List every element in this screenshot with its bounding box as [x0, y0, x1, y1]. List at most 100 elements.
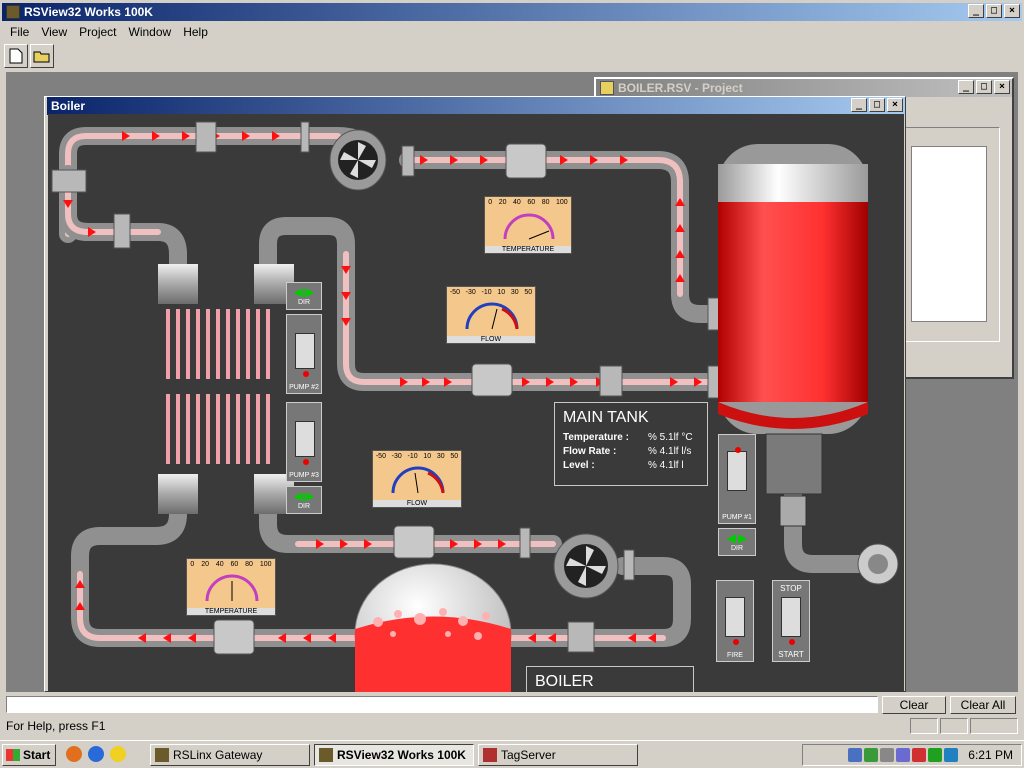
command-bar: Clear Clear All [0, 694, 1024, 716]
flow-rate-value: % 4.1lf l/s [648, 446, 692, 457]
left-arrow-icon[interactable]: ◀ [294, 489, 303, 503]
right-arrow-icon[interactable]: ▶ [305, 285, 314, 299]
dir-control-pump3[interactable]: ◀ ▶ DIR [286, 486, 322, 514]
minimize-button[interactable]: _ [968, 4, 984, 18]
temperature-value: % 5.1lf °C [648, 432, 693, 443]
task-tagserver[interactable]: TagServer [478, 744, 638, 766]
boiler-title: BOILER [535, 673, 594, 690]
open-file-button[interactable] [30, 44, 54, 68]
temperature-gauge-dial [503, 213, 555, 240]
task-rslinx[interactable]: RSLinx Gateway [150, 744, 310, 766]
flow-gauge-low-dial [391, 466, 445, 494]
close-button[interactable]: × [1004, 4, 1020, 18]
start-label: Start [23, 748, 51, 762]
play-icon[interactable] [928, 748, 943, 762]
left-arrow-icon[interactable]: ◀ [294, 285, 303, 299]
dir-control-pump1[interactable]: ◀ ▶ DIR [718, 528, 756, 556]
heat-exchanger [158, 264, 294, 514]
start-button[interactable]: Start [2, 744, 56, 766]
status-bar: For Help, press F1 [0, 716, 1024, 736]
project-minimize-button[interactable]: _ [958, 80, 974, 94]
pump2-switch[interactable]: PUMP #2 [286, 314, 322, 394]
project-window-titlebar: BOILER.RSV - Project _ □ × [596, 79, 1012, 97]
project-close-button[interactable]: × [994, 80, 1010, 94]
temperature-gauge-label: TEMPERATURE [485, 246, 571, 253]
clock: 6:21 PM [968, 748, 1013, 762]
fan-bottom [553, 533, 619, 599]
boiler-maximize-button[interactable]: □ [869, 98, 885, 112]
dir-label-pump1: DIR [730, 545, 744, 552]
tagserver-icon [483, 748, 497, 762]
boiler-close-button[interactable]: × [887, 98, 903, 112]
taskbar: Start RSLinx Gateway RSView32 Works 100K… [0, 740, 1024, 768]
pump1-switch[interactable]: PUMP #1 [718, 434, 756, 524]
smiley-icon[interactable] [110, 746, 126, 762]
left-arrow-icon[interactable]: ◀ [727, 531, 736, 545]
boiler-minimize-button[interactable]: _ [851, 98, 867, 112]
rsview-app-icon [6, 5, 20, 19]
fire-label: FIRE [727, 652, 743, 659]
app-titlebar: RSView32 Works 100K _ □ × [2, 3, 1022, 21]
firefox-icon[interactable] [66, 746, 82, 762]
command-input[interactable] [6, 696, 878, 713]
folder-icon [600, 81, 614, 95]
main-tank-info-panel: MAIN TANK Temperature : % 5.1lf °C Flow R… [554, 402, 708, 486]
project-tree-panel[interactable] [904, 127, 1000, 342]
menu-window[interactable]: Window [123, 25, 178, 39]
maximize-button[interactable]: □ [986, 4, 1002, 18]
temperature-gauge-low: 0 20 40 60 80 100 TEMPERATURE [186, 558, 276, 616]
flow-rate-label: Flow Rate : [563, 446, 617, 457]
monitor-icon[interactable] [896, 748, 911, 762]
menu-bar: File View Project Window Help [0, 22, 1024, 42]
ie-icon[interactable] [88, 746, 104, 762]
right-arrow-icon[interactable]: ▶ [738, 531, 747, 545]
pump2-label: PUMP #2 [289, 384, 319, 391]
new-file-button[interactable] [4, 44, 28, 68]
project-maximize-button[interactable]: □ [976, 80, 992, 94]
main-tank-title: MAIN TANK [563, 409, 649, 426]
stop-label: STOP [780, 584, 802, 593]
menu-project[interactable]: Project [73, 25, 122, 39]
globe-icon[interactable] [944, 748, 959, 762]
boiler-window-titlebar: Boiler _ □ × [47, 97, 905, 115]
new-file-icon [9, 48, 23, 64]
quick-launch [66, 746, 126, 762]
process-canvas: 0 20 40 60 80 100 TEMPERATURE -50 -30 -10 10 30 50… [48, 114, 904, 692]
start-label: START [778, 650, 804, 659]
volume-icon[interactable] [880, 748, 895, 762]
boiler-vessel [354, 563, 512, 692]
temperature-gauge-low-label: TEMPERATURE [187, 608, 275, 615]
shield-icon[interactable] [912, 748, 927, 762]
fire-switch[interactable]: FIRE [716, 580, 754, 662]
rslinx-icon [155, 748, 169, 762]
flow-gauge-mid: -50 -30 -10 10 30 50 FLOW [446, 286, 536, 344]
project-window-title: BOILER.RSV - Project [618, 81, 743, 95]
flow-gauge-low-label: FLOW [373, 500, 461, 507]
clear-all-button[interactable]: Clear All [950, 696, 1016, 714]
toolbar [4, 44, 54, 70]
boiler-window-title: Boiler [51, 99, 86, 113]
flow-gauge-label: FLOW [447, 336, 535, 343]
pump3-switch[interactable]: PUMP #3 [286, 402, 322, 482]
system-tray: 6:21 PM [802, 744, 1022, 766]
app-title: RSView32 Works 100K [24, 5, 153, 19]
temperature-label: Temperature : [563, 432, 629, 443]
dir-control-pump2[interactable]: ◀ ▶ DIR [286, 282, 322, 310]
temperature-gauge-top: 0 20 40 60 80 100 TEMPERATURE [484, 196, 572, 254]
dir-label-pump3: DIR [297, 503, 311, 510]
menu-file[interactable]: File [4, 25, 35, 39]
clear-button[interactable]: Clear [882, 696, 946, 714]
security-icon[interactable] [864, 748, 879, 762]
status-pane-2 [940, 718, 968, 734]
network-icon[interactable] [848, 748, 863, 762]
status-help-text: For Help, press F1 [6, 719, 106, 733]
task-rsview[interactable]: RSView32 Works 100K [314, 744, 474, 766]
open-folder-icon [33, 51, 50, 63]
right-arrow-icon[interactable]: ▶ [305, 489, 314, 503]
stop-start-switch[interactable]: STOP START [772, 580, 810, 662]
pump3-label: PUMP #3 [289, 472, 319, 479]
menu-view[interactable]: View [35, 25, 73, 39]
project-tree-white [911, 146, 987, 322]
flow-gauge-low: -50 -30 -10 10 30 50 FLOW [372, 450, 462, 508]
menu-help[interactable]: Help [177, 25, 214, 39]
